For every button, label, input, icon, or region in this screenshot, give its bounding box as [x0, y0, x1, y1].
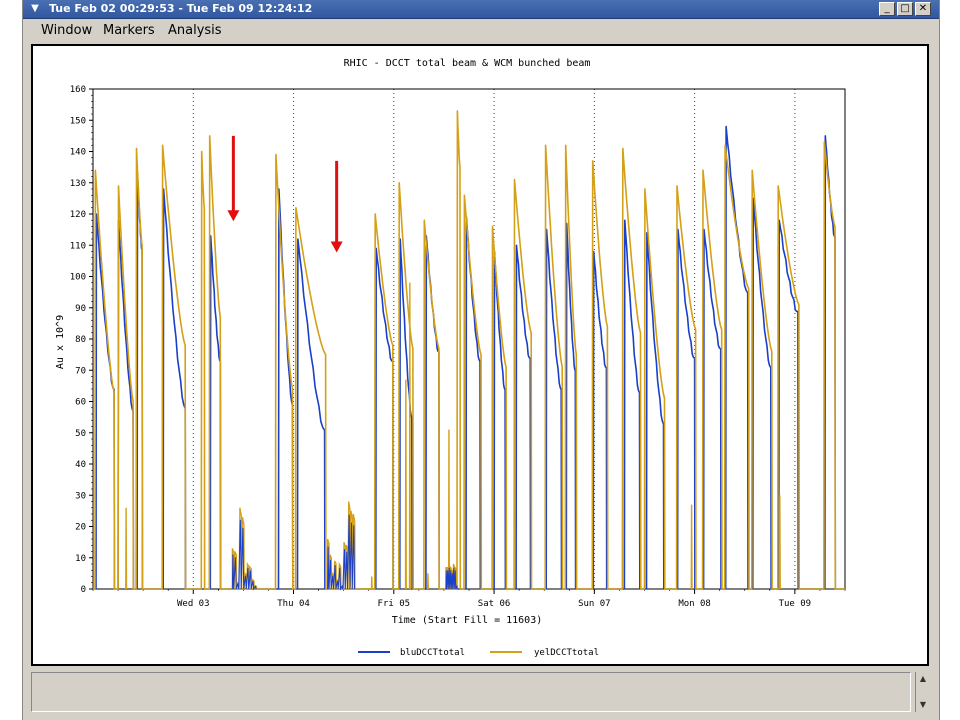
scroll-up-icon[interactable]: ▲ [918, 674, 928, 684]
maximize-icon[interactable]: □ [897, 2, 913, 16]
menu-window[interactable]: Window [41, 23, 92, 38]
menu-markers[interactable]: Markers [103, 23, 155, 38]
x-tick-label-1: Thu 04 [277, 599, 310, 609]
x-axis-label: Time (Start Fill = 11603) [392, 615, 543, 626]
vertical-scrollbar[interactable]: ▲ ▼ [915, 672, 930, 712]
chart-title: RHIC - DCCT total beam & WCM bunched bea… [344, 58, 591, 69]
plot-panel: RHIC - DCCT total beam & WCM bunched bea… [31, 44, 929, 666]
scroll-down-icon[interactable]: ▼ [918, 700, 928, 710]
x-tick-label-6: Tue 09 [779, 599, 812, 609]
close-icon[interactable]: ✕ [915, 2, 931, 16]
spike-mark-1 [370, 576, 373, 590]
right-margin [938, 0, 960, 720]
y-tick-label-70: 70 [75, 366, 86, 376]
spike-mark-7 [778, 495, 781, 590]
y-tick-label-10: 10 [75, 554, 86, 564]
spike-mark-6 [690, 504, 693, 590]
y-tick-label-20: 20 [75, 523, 86, 533]
series-layer [93, 110, 845, 591]
y-tick-label-130: 130 [70, 179, 86, 189]
y-tick-label-140: 140 [70, 148, 86, 158]
red-arrow-head-1 [330, 241, 343, 253]
y-tick-label-50: 50 [75, 429, 86, 439]
y-tick-label-40: 40 [75, 460, 86, 470]
y-tick-label-100: 100 [70, 273, 86, 283]
y-tick-label-120: 120 [70, 210, 86, 220]
red-arrow-head-0 [227, 210, 240, 222]
y-tick-label-60: 60 [75, 398, 86, 408]
status-area [31, 672, 911, 712]
minimize-icon[interactable]: _ [879, 2, 895, 16]
x-tick-label-3: Sat 06 [478, 599, 511, 609]
legend: bluDCCTtotal yelDCCTtotal [358, 648, 599, 658]
y-tick-label-90: 90 [75, 304, 86, 314]
y-tick-label-110: 110 [70, 241, 86, 251]
x-tick-label-2: Fri 05 [378, 599, 411, 609]
spike-mark-2 [426, 573, 429, 590]
y-axis-label: Au x 10^9 [55, 315, 66, 369]
y-tick-label-160: 160 [70, 85, 86, 95]
app-window: ▼ Tue Feb 02 00:29:53 - Tue Feb 09 12:24… [22, 0, 940, 720]
legend-label-bluDCCTtotal: bluDCCTtotal [400, 648, 465, 658]
window-title: Tue Feb 02 00:29:53 - Tue Feb 09 12:24:1… [49, 2, 313, 15]
spike-mark-0 [125, 507, 128, 590]
chart-svg: RHIC - DCCT total beam & WCM bunched bea… [55, 58, 846, 658]
y-tick-label-80: 80 [75, 335, 86, 345]
spike-mark-4 [404, 379, 407, 590]
spike-mark-5 [408, 282, 411, 590]
menu-bar: Window Markers Analysis [23, 19, 939, 43]
title-bar[interactable]: ▼ Tue Feb 02 00:29:53 - Tue Feb 09 12:24… [23, 0, 939, 19]
y-tick-label-30: 30 [75, 491, 86, 501]
legend-label-yelDCCTtotal: yelDCCTtotal [534, 648, 599, 658]
y-tick-label-0: 0 [81, 585, 86, 595]
x-tick-label-0: Wed 03 [177, 599, 210, 609]
annotation-layer [227, 135, 343, 253]
y-tick-label-150: 150 [70, 116, 86, 126]
x-tick-label-4: Sun 07 [578, 599, 611, 609]
menu-analysis[interactable]: Analysis [168, 23, 222, 38]
plot-area-border [92, 88, 846, 590]
left-margin [0, 0, 22, 720]
x-tick-label-5: Mon 08 [678, 599, 711, 609]
window-menu-icon[interactable]: ▼ [28, 3, 42, 15]
